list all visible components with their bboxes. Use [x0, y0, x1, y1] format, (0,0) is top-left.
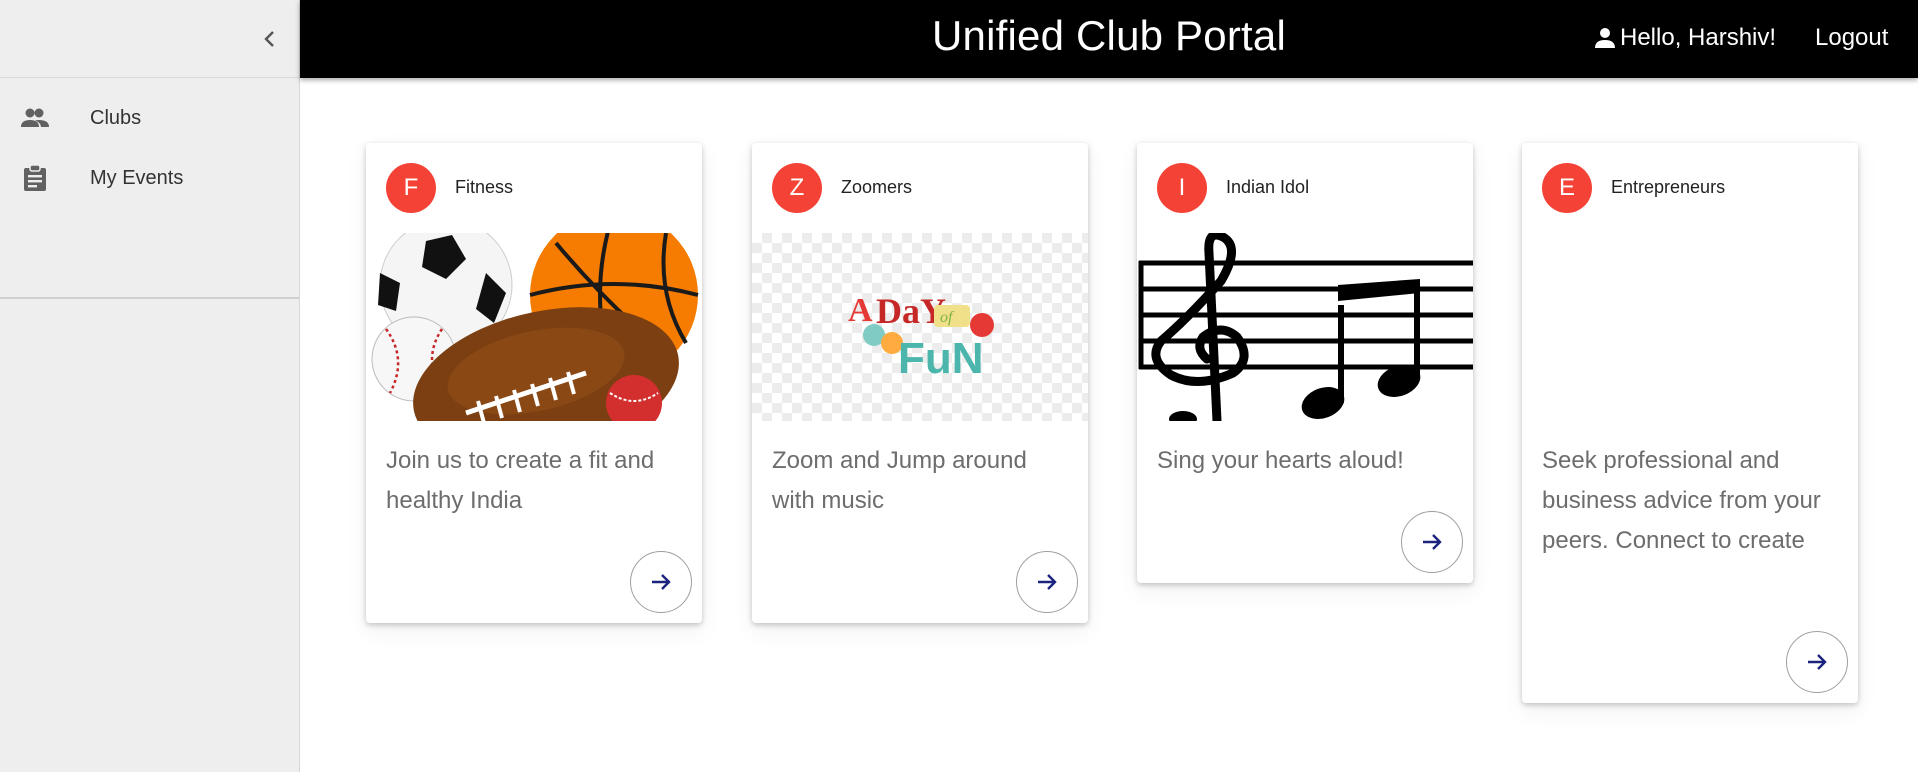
sidebar-item-label: My Events [90, 166, 184, 189]
chevron-left-icon [264, 31, 274, 47]
a-day-of-fun-image: A DaY of FuN [752, 233, 1088, 421]
people-icon [20, 103, 50, 133]
card-header: E Entrepreneurs [1522, 143, 1858, 233]
club-name: Zoomers [841, 177, 913, 197]
avatar: I [1157, 163, 1207, 213]
sidebar-item-label: Clubs [90, 106, 142, 129]
arrow-right-icon [652, 574, 671, 590]
club-description: Join us to create a fit and healthy Indi… [386, 447, 655, 514]
sports-balls-image [366, 233, 702, 421]
club-card-indian-idol: I Indian Idol Sing your hearts aloud! [1137, 143, 1473, 583]
arrow-right-icon [1423, 534, 1442, 550]
open-club-button[interactable] [1401, 511, 1463, 573]
card-header: Z Zoomers [752, 143, 1088, 233]
avatar: Z [772, 163, 822, 213]
music-notes-image [1137, 233, 1473, 421]
sidebar-item-clubs[interactable]: Clubs [0, 88, 299, 148]
collapse-sidebar-button[interactable] [256, 25, 284, 53]
fun-image-letter-a: A [848, 292, 873, 329]
avatar: E [1542, 163, 1592, 213]
club-card-entrepreneurs: E Entrepreneurs Seek professional and bu… [1522, 143, 1858, 703]
club-description: Sing your hearts aloud! [1157, 447, 1404, 474]
sidebar-header [0, 0, 299, 78]
clipboard-icon [20, 163, 50, 193]
card-header: F Fitness [366, 143, 702, 233]
club-description: Seek professional and business advice fr… [1542, 447, 1821, 554]
club-card-fitness: F Fitness Join us to create a fit and he… [366, 143, 702, 623]
user-greeting-button[interactable]: Hello, Harshiv! [1594, 24, 1776, 52]
club-name: Fitness [455, 177, 514, 197]
club-name: Indian Idol [1226, 177, 1310, 197]
arrow-right-icon [1038, 574, 1057, 590]
club-description: Zoom and Jump around with music [772, 447, 1027, 514]
sidebar-item-my-events[interactable]: My Events [0, 148, 299, 208]
open-club-button[interactable] [630, 551, 692, 613]
fun-image-word-fun: FuN [898, 334, 984, 383]
open-club-button[interactable] [1786, 631, 1848, 693]
card-header: I Indian Idol [1137, 143, 1473, 233]
sidebar-nav: Clubs My Events [0, 78, 299, 299]
club-image-placeholder [1522, 233, 1858, 421]
open-club-button[interactable] [1016, 551, 1078, 613]
arrow-right-icon [1808, 654, 1827, 670]
club-name: Entrepreneurs [1611, 177, 1726, 197]
logout-button[interactable]: Logout [1815, 24, 1888, 52]
club-card-zoomers: Z Zoomers A DaY of FuN Zoom and Jump aro… [752, 143, 1088, 623]
avatar: F [386, 163, 436, 213]
top-app-bar: Unified Club Portal Hello, Harshiv! Logo… [300, 0, 1918, 78]
greeting-text: Hello, Harshiv! [1620, 24, 1777, 51]
sidebar: Clubs My Events [0, 0, 300, 772]
person-icon [1595, 28, 1615, 48]
